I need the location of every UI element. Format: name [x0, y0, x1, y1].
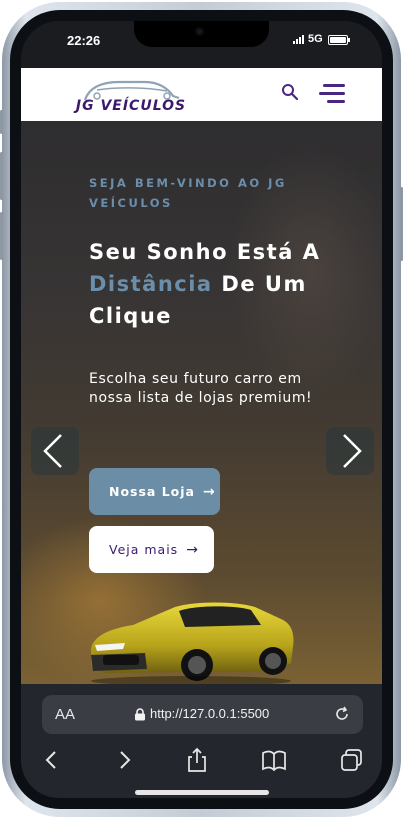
volume-down-button	[0, 212, 3, 260]
forward-icon[interactable]	[111, 747, 137, 773]
url-text: http://127.0.0.1:5500	[150, 706, 270, 721]
brand-logo[interactable]: JG VEÍCULOS	[75, 74, 187, 118]
search-icon	[282, 84, 299, 101]
headline-part1: Seu Sonho Está A	[89, 240, 321, 264]
brand-name: JG VEÍCULOS	[75, 98, 187, 114]
site-header: JG VEÍCULOS	[21, 68, 382, 121]
our-store-button[interactable]: Nossa Loja →	[89, 468, 220, 515]
arrow-right-icon: →	[186, 541, 199, 558]
hero-headline: Seu Sonho Está A Distância De Um Clique	[89, 236, 339, 332]
lock-icon	[135, 708, 145, 721]
arrow-right-icon: →	[203, 483, 216, 500]
network-label: 5G	[308, 33, 323, 45]
back-icon[interactable]	[39, 747, 65, 773]
status-bar: 22:26 5G	[21, 21, 382, 68]
address-bar[interactable]: AA http://127.0.0.1:5500	[42, 695, 363, 734]
mute-switch	[0, 110, 3, 134]
text-size-button[interactable]: AA	[55, 706, 75, 723]
home-indicator[interactable]	[135, 790, 269, 795]
tabs-icon[interactable]	[339, 747, 365, 773]
status-time: 22:26	[67, 33, 101, 48]
share-icon[interactable]	[184, 747, 210, 773]
our-store-label: Nossa Loja	[109, 484, 195, 499]
front-camera	[195, 27, 204, 36]
search-button[interactable]	[280, 82, 300, 102]
see-more-label: Veja mais	[109, 542, 179, 557]
menu-button[interactable]	[319, 84, 345, 104]
reload-icon[interactable]	[333, 705, 351, 723]
volume-up-button	[0, 152, 3, 200]
phone-screen: 22:26 5G JG VEÍCULOS SEJA BEM-VINDO AO J…	[21, 21, 382, 798]
hero-banner: SEJA BEM-VINDO AO JG VEÍCULOS Seu Sonho …	[21, 121, 382, 686]
notch	[134, 21, 269, 47]
hero-subtitle: Escolha seu futuro carro em nossa lista …	[89, 371, 313, 406]
see-more-button[interactable]: Veja mais →	[89, 526, 214, 573]
chevron-right-icon	[343, 434, 362, 468]
chevron-left-icon	[43, 434, 62, 468]
browser-toolbar: AA http://127.0.0.1:5500	[21, 684, 382, 798]
carousel-prev-button[interactable]	[31, 427, 79, 475]
hero-car-image	[91, 602, 294, 686]
signal-icon	[293, 35, 304, 44]
headline-accent: Distância	[89, 272, 213, 296]
carousel-next-button[interactable]	[326, 427, 374, 475]
hero-kicker: SEJA BEM-VINDO AO JG VEÍCULOS	[89, 176, 287, 210]
battery-icon	[328, 35, 350, 45]
bookmarks-icon[interactable]	[261, 747, 287, 773]
